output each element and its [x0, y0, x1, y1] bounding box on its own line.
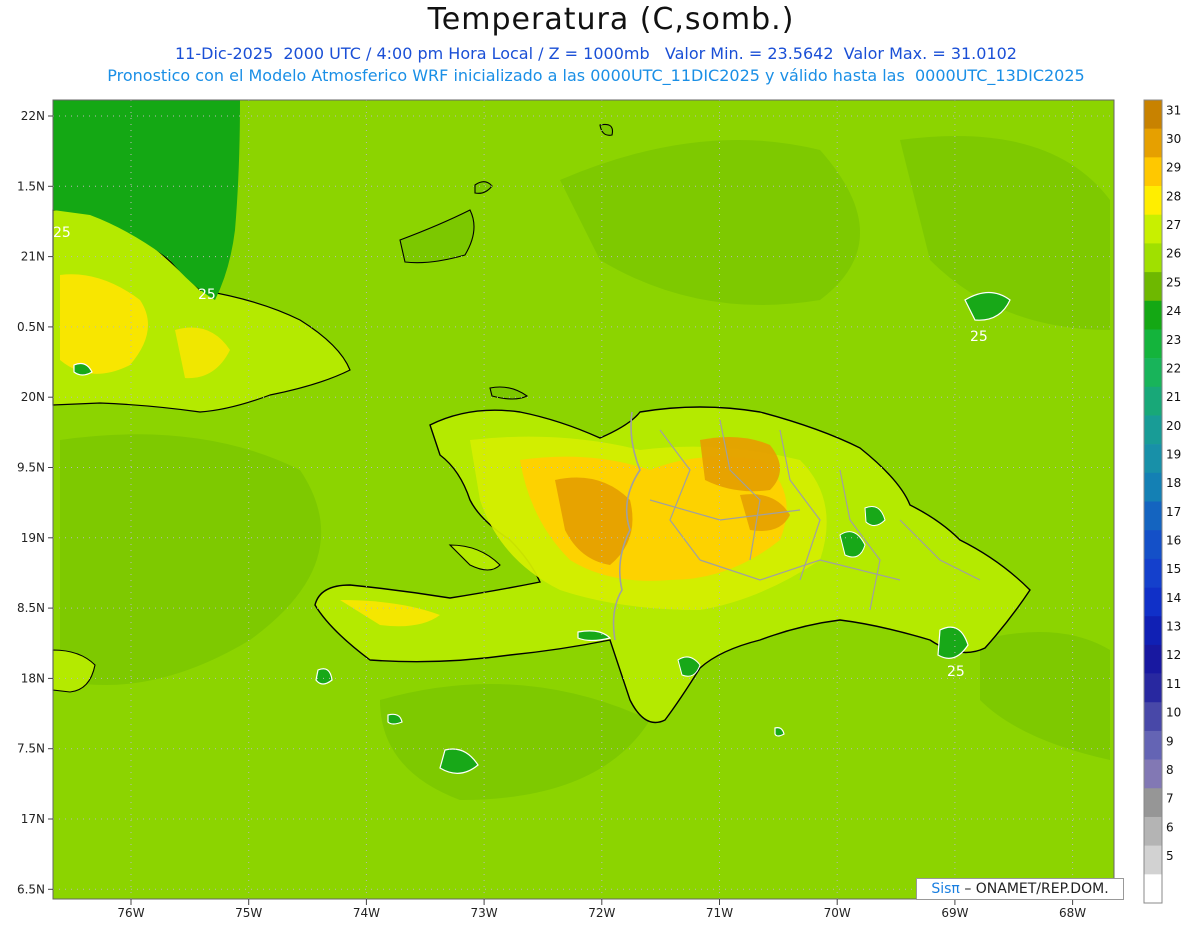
colorbar-label: 28 [1166, 189, 1181, 203]
colorbar-label: 20 [1166, 419, 1181, 433]
colorbar: 31 30 29 28 27 26 25 24 23 22 21 20 19 18 17 16 15 14 13 12… [1143, 99, 1181, 904]
lat-tick-label: 7.5N [17, 742, 45, 756]
colorbar-swatch [1144, 329, 1162, 359]
colorbar-swatch [1144, 816, 1162, 846]
credit-logo: Sisπ [931, 881, 960, 897]
colorbar-swatch [1144, 214, 1162, 244]
lon-tick-label: 74W [353, 906, 380, 920]
lon-tick-label: 68W [1059, 906, 1086, 920]
lat-tick-label: 21N [21, 250, 45, 264]
credit-text: – ONAMET/REP.DOM. [964, 881, 1109, 897]
colorbar-swatch [1144, 730, 1162, 760]
colorbar-swatch [1144, 243, 1162, 273]
lon-tick-label: 76W [117, 906, 144, 920]
lat-tick-label: 22N [21, 109, 45, 123]
contour-label-southeast: 25 [947, 664, 965, 680]
forecast-time-line: 11-Dic-2025 2000 UTC / 4:00 pm Hora Loca… [175, 44, 1017, 63]
colorbar-swatch [1144, 501, 1162, 531]
colorbar-swatch [1144, 644, 1162, 674]
colorbar-swatch [1144, 386, 1162, 416]
credit-box: Sisπ – ONAMET/REP.DOM. [916, 878, 1124, 900]
colorbar-label: 13 [1166, 620, 1181, 634]
lat-tick-label: 19N [21, 531, 45, 545]
colorbar-label: 31 [1166, 103, 1181, 117]
map-figure: 25 25 25 25 22N 1.5N 21N 0.5N 20N 9.5N 19N 8.5N… [17, 99, 1181, 920]
colorbar-label: 23 [1166, 333, 1181, 347]
colorbar-swatch [1144, 300, 1162, 330]
colorbar-label: 22 [1166, 361, 1181, 375]
colorbar-swatch [1144, 186, 1162, 216]
lon-tick-label: 71W [706, 906, 733, 920]
colorbar-label: 19 [1166, 447, 1181, 461]
lat-tick-label: 1.5N [17, 179, 45, 193]
lat-tick-label: 8.5N [17, 601, 45, 615]
colorbar-swatch [1144, 358, 1162, 388]
colorbar-label: 5 [1166, 849, 1174, 863]
colorbar-label: 21 [1166, 390, 1181, 404]
lat-tick-label: 18N [21, 671, 45, 685]
colorbar-swatch [1144, 272, 1162, 302]
colorbar-swatch [1144, 472, 1162, 502]
latitude-axis: 22N 1.5N 21N 0.5N 20N 9.5N 19N 8.5N 18N 7.5N 17N 6.… [17, 109, 53, 896]
colorbar-swatch [1144, 128, 1162, 158]
colorbar-label: 18 [1166, 476, 1181, 490]
lat-tick-label: 20N [21, 390, 45, 404]
colorbar-swatch [1144, 616, 1162, 646]
lat-tick-label: 9.5N [17, 461, 45, 475]
colorbar-label: 29 [1166, 161, 1181, 175]
lon-tick-label: 69W [941, 906, 968, 920]
lat-tick-label: 6.5N [17, 882, 45, 896]
colorbar-swatch [1144, 845, 1162, 875]
colorbar-label: 9 [1166, 734, 1174, 748]
colorbar-label: 30 [1166, 132, 1181, 146]
lon-tick-label: 75W [235, 906, 262, 920]
colorbar-label: 11 [1166, 677, 1181, 691]
colorbar-label: 6 [1166, 820, 1174, 834]
colorbar-swatch [1144, 100, 1162, 129]
map-title: Temperatura (C,somb.) [427, 2, 795, 37]
colorbar-swatch [1144, 587, 1162, 617]
colorbar-swatch [1144, 444, 1162, 474]
colorbar-swatch [1144, 558, 1162, 588]
colorbar-label: 16 [1166, 534, 1181, 548]
colorbar-swatch [1144, 673, 1162, 703]
lat-tick-label: 17N [21, 812, 45, 826]
model-run-line: Pronostico con el Modelo Atmosferico WRF… [107, 66, 1085, 85]
colorbar-label: 14 [1166, 591, 1181, 605]
colorbar-swatch [1144, 157, 1162, 187]
longitude-axis: 76W 75W 74W 73W 72W 71W 70W 69W 68W [117, 899, 1086, 920]
colorbar-label: 24 [1166, 304, 1181, 318]
colorbar-swatch [1144, 415, 1162, 445]
lon-tick-label: 70W [824, 906, 851, 920]
lon-tick-label: 73W [471, 906, 498, 920]
colorbar-label: 12 [1166, 648, 1181, 662]
colorbar-label: 7 [1166, 792, 1174, 806]
map-panel: 25 25 25 25 [52, 99, 1115, 900]
colorbar-label: 8 [1166, 763, 1174, 777]
colorbar-label: 10 [1166, 706, 1181, 720]
colorbar-swatch [1144, 530, 1162, 560]
colorbar-swatch [1144, 759, 1162, 789]
colorbar-label: 17 [1166, 505, 1181, 519]
lat-tick-label: 0.5N [17, 320, 45, 334]
colorbar-swatch [1144, 702, 1162, 732]
contour-label-cuba: 25 [198, 287, 216, 303]
contour-label-northeast: 25 [970, 329, 988, 345]
hot-zone-central [700, 436, 780, 492]
colorbar-label: 27 [1166, 218, 1181, 232]
contour-label-west: 25 [53, 225, 71, 241]
colorbar-swatch [1144, 788, 1162, 818]
lon-tick-label: 72W [588, 906, 615, 920]
colorbar-label: 25 [1166, 275, 1181, 289]
colorbar-label: 26 [1166, 247, 1181, 261]
colorbar-swatch [1144, 874, 1162, 904]
colorbar-label: 15 [1166, 562, 1181, 576]
